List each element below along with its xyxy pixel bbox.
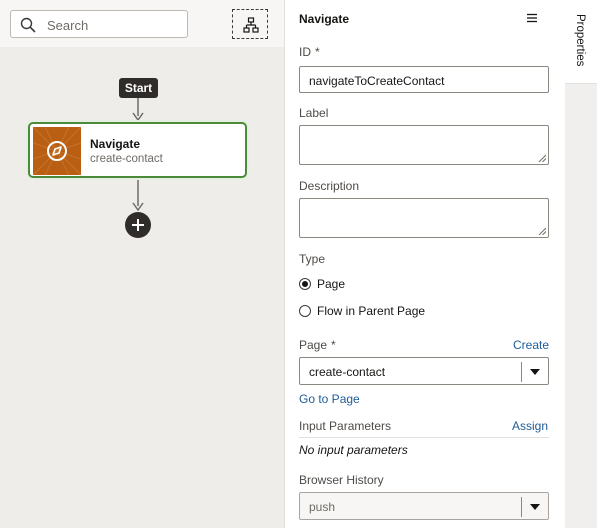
id-value[interactable]: navigateToCreateContact [309,74,444,88]
panel-title: Navigate [299,12,350,26]
browser-history-value[interactable]: push [309,500,335,514]
navigate-node[interactable]: Navigate create-contact [28,122,247,178]
properties-panel: Navigate ID * navigateToCreateContact Lab… [284,0,565,528]
node-subtitle: create-contact [90,153,163,165]
diagram-canvas[interactable]: Search Start Navigate create-contact [0,0,284,528]
go-to-page-link[interactable]: Go to Page [299,392,360,406]
id-label: ID * [299,45,320,59]
page-label-text: Page [299,338,328,352]
chevron-down-icon[interactable] [530,504,540,510]
select-divider [521,497,522,517]
resize-handle-icon[interactable] [538,154,546,162]
hamburger-icon[interactable] [527,13,537,23]
section-divider [299,437,549,438]
label-textarea[interactable] [299,125,549,165]
browser-history-label: Browser History [299,473,384,487]
page-required-mark: * [331,338,336,352]
add-node-button[interactable] [125,212,151,238]
type-label: Type [299,252,326,266]
radio-page[interactable] [299,278,311,290]
assign-link[interactable]: Assign [512,419,548,433]
radio-page-label[interactable]: Page [317,277,345,291]
radio-flow-in-parent-page-label[interactable]: Flow in Parent Page [317,304,425,318]
chevron-down-icon[interactable] [530,369,540,375]
browser-history-select[interactable]: push [299,492,549,520]
create-page-link[interactable]: Create [513,338,549,352]
tab-properties-label[interactable]: Properties [574,14,586,66]
select-divider [521,362,522,382]
node-title: Navigate [90,137,141,151]
id-label-text: ID [299,45,311,59]
description-label: Description [299,179,360,193]
radio-flow-in-parent-page[interactable] [299,305,311,317]
page-select-value[interactable]: create-contact [309,365,385,379]
id-field[interactable]: navigateToCreateContact [299,66,549,93]
no-input-parameters-text: No input parameters [299,443,408,457]
plus-icon [132,219,144,231]
description-textarea[interactable] [299,198,549,238]
tab-properties[interactable]: Properties [565,0,597,84]
page-label: Page * [299,338,336,352]
label-label: Label [299,106,329,120]
input-parameters-label: Input Parameters [299,419,392,433]
compass-icon [33,127,81,175]
id-required-mark: * [315,45,320,59]
resize-handle-icon[interactable] [538,227,546,235]
page-select[interactable]: create-contact [299,357,549,385]
node-thumbnail [33,127,81,175]
start-node[interactable]: Start [119,78,158,98]
